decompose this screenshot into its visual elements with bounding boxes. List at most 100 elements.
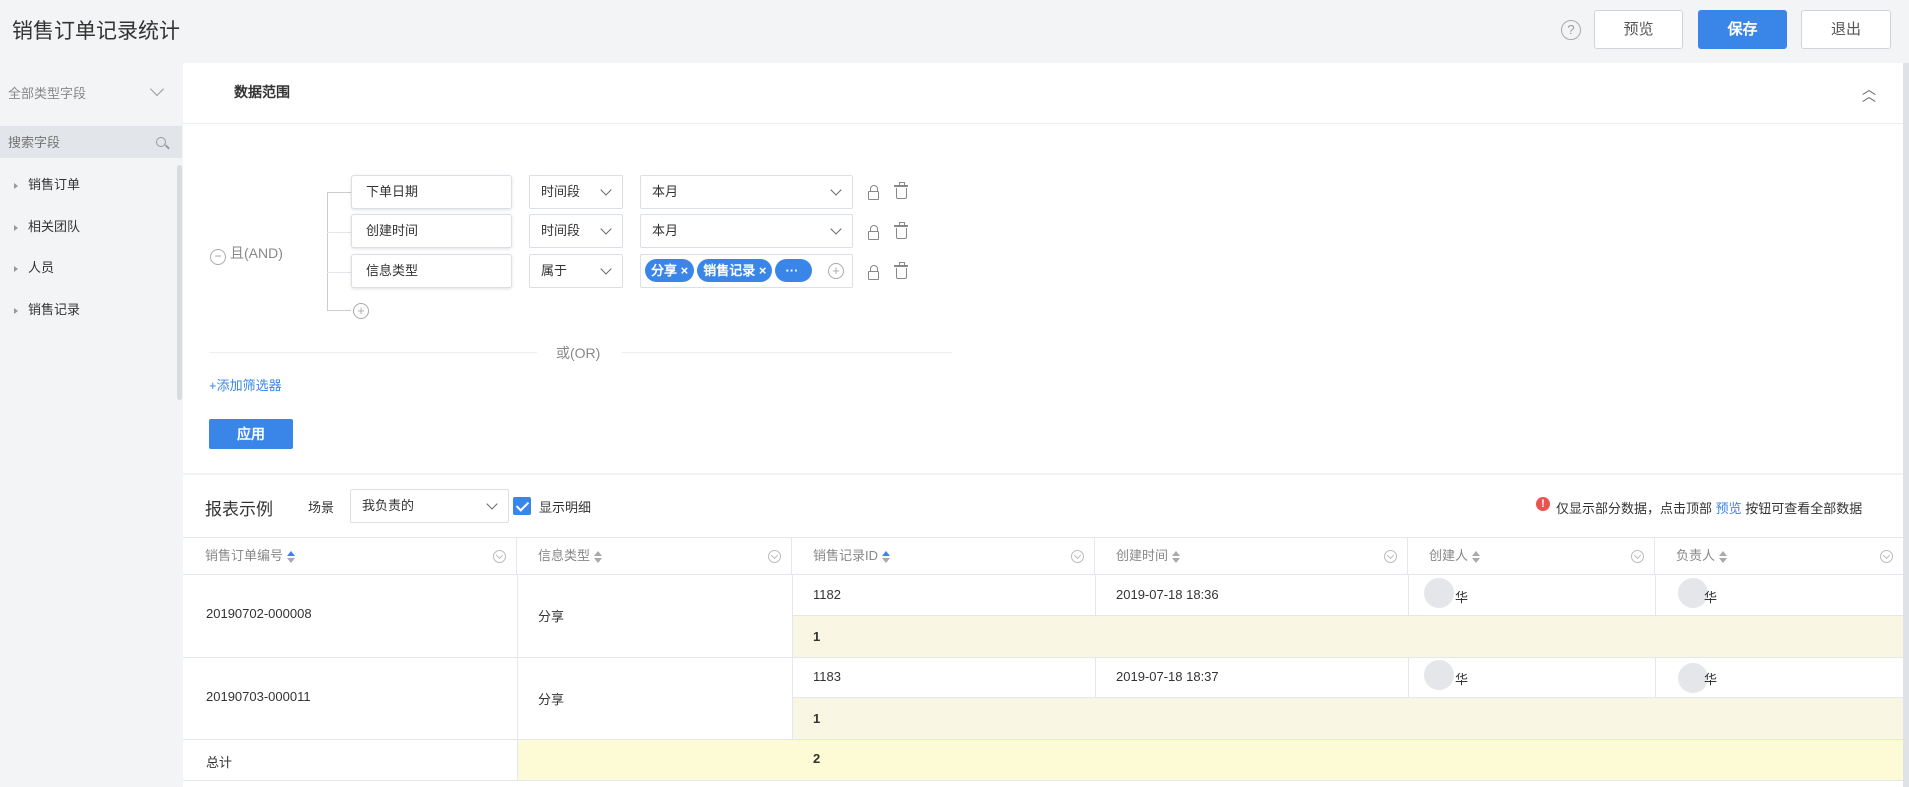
value-tag[interactable]: 销售记录 ×: [697, 259, 773, 282]
search-icon[interactable]: [156, 137, 166, 147]
section-divider: [183, 123, 1903, 124]
bracket-line: [327, 272, 351, 273]
record-id-link[interactable]: 1183: [813, 669, 841, 684]
report-title: 报表示例: [205, 500, 273, 519]
sidebar-item-related-team[interactable]: 相关团队: [14, 216, 80, 235]
add-filter-link[interactable]: +添加筛选器: [209, 375, 282, 394]
owner-cell: 华: [1704, 672, 1718, 687]
value-label: 本月: [652, 184, 679, 199]
column-header[interactable]: 销售记录ID: [792, 538, 1095, 574]
chevron-down-icon: [600, 184, 612, 196]
page-scrollbar[interactable]: [1903, 63, 1909, 787]
notice-preview-link[interactable]: 预览: [1716, 501, 1742, 516]
sort-icon[interactable]: [594, 550, 603, 563]
column-label: 销售记录ID: [813, 548, 879, 563]
add-value-icon[interactable]: +: [828, 263, 844, 279]
section-separator: [183, 473, 1903, 475]
column-header[interactable]: 信息类型: [517, 538, 792, 574]
sort-icon[interactable]: [1719, 550, 1728, 563]
data-range-title: 数据范围: [234, 84, 290, 100]
warning-icon: !: [1536, 497, 1550, 511]
more-tags[interactable]: ···: [775, 259, 813, 282]
chevron-down-icon: [486, 498, 498, 510]
lock-icon[interactable]: [868, 265, 879, 280]
show-detail-checkbox[interactable]: [513, 497, 531, 515]
minus-circle-icon[interactable]: −: [210, 249, 226, 265]
exit-button[interactable]: 退出: [1801, 10, 1891, 49]
collapse-icon[interactable]: ︿ ︿: [1862, 82, 1876, 103]
avatar: [1424, 660, 1454, 690]
value-tag-select[interactable]: 分享 × 销售记录 × ···: [640, 254, 853, 288]
column-menu-icon[interactable]: [1631, 550, 1644, 563]
creator-cell: 华: [1455, 590, 1469, 605]
lock-icon[interactable]: [868, 185, 879, 200]
operator-select[interactable]: 属于: [529, 254, 623, 288]
column-header[interactable]: 创建时间: [1095, 538, 1408, 574]
column-menu-icon[interactable]: [1071, 550, 1084, 563]
column-header[interactable]: 销售订单编号: [183, 538, 517, 574]
or-divider-line: [622, 352, 952, 353]
sidebar-item-label: 相关团队: [28, 219, 81, 234]
field-search-input[interactable]: [0, 126, 150, 158]
sidebar-scrollbar[interactable]: [177, 165, 182, 400]
value-select[interactable]: 本月: [640, 214, 853, 248]
order-no-link[interactable]: 20190702-000008: [206, 606, 312, 621]
created-time-cell: 2019-07-18 18:37: [1116, 669, 1219, 684]
sort-icon[interactable]: [1472, 550, 1481, 563]
column-menu-icon[interactable]: [493, 550, 506, 563]
caret-right-icon: [14, 182, 18, 189]
column-menu-icon[interactable]: [1880, 550, 1893, 563]
lock-icon[interactable]: [868, 225, 879, 240]
column-header[interactable]: 创建人: [1408, 538, 1655, 574]
value-tag[interactable]: 分享 ×: [645, 259, 695, 282]
sort-icon[interactable]: [1172, 550, 1181, 563]
subtotal-cell: 1: [813, 629, 821, 644]
sidebar-item-person[interactable]: 人员: [14, 257, 54, 276]
column-divider: [1095, 574, 1096, 615]
value-select[interactable]: 本月: [640, 175, 853, 209]
column-divider: [1408, 574, 1409, 615]
column-header[interactable]: 负责人: [1655, 538, 1903, 574]
help-icon[interactable]: ?: [1561, 20, 1581, 40]
condition-field[interactable]: 下单日期: [351, 175, 512, 209]
sidebar-item-sales-record[interactable]: 销售记录: [14, 299, 80, 318]
caret-right-icon: [14, 224, 18, 231]
preview-button[interactable]: 预览: [1594, 10, 1683, 49]
info-type-cell: 分享: [538, 692, 565, 707]
subtotal-row-bg: [792, 698, 1903, 739]
operator-select[interactable]: 时间段: [529, 175, 623, 209]
sort-icon[interactable]: [287, 550, 296, 563]
sidebar-item-sales-order[interactable]: 销售订单: [14, 174, 80, 193]
scene-select[interactable]: 我负责的: [350, 489, 509, 523]
column-menu-icon[interactable]: [1384, 550, 1397, 563]
info-type-cell: 分享: [538, 609, 565, 624]
close-icon[interactable]: ×: [681, 263, 689, 278]
record-id-link[interactable]: 1182: [813, 587, 841, 602]
and-group-toggle[interactable]: − 且(AND): [210, 243, 283, 265]
column-label: 负责人: [1676, 548, 1716, 563]
row-divider: [792, 697, 1903, 698]
sidebar-item-label: 销售记录: [28, 302, 81, 317]
trash-icon[interactable]: [894, 262, 908, 279]
apply-button[interactable]: 应用: [209, 419, 293, 449]
page-title: 销售订单记录统计: [12, 20, 180, 43]
creator-cell: 华: [1455, 672, 1469, 687]
trash-icon[interactable]: [894, 182, 908, 199]
sort-icon[interactable]: [882, 550, 891, 563]
condition-field[interactable]: 创建时间: [351, 214, 512, 248]
condition-field[interactable]: 信息类型: [351, 254, 512, 288]
column-menu-icon[interactable]: [768, 550, 781, 563]
caret-right-icon: [14, 307, 18, 314]
row-divider: [183, 657, 1903, 658]
chevron-down-icon: [830, 223, 842, 235]
column-label: 创建时间: [1116, 548, 1169, 563]
close-icon[interactable]: ×: [759, 263, 767, 278]
save-button[interactable]: 保存: [1698, 10, 1787, 49]
add-condition-icon[interactable]: +: [353, 303, 369, 319]
field-type-filter[interactable]: 全部类型字段: [8, 83, 86, 102]
column-divider: [517, 574, 518, 780]
scene-label: 场景: [308, 500, 335, 515]
order-no-link[interactable]: 20190703-000011: [206, 689, 311, 704]
trash-icon[interactable]: [894, 222, 908, 239]
operator-select[interactable]: 时间段: [529, 214, 623, 248]
